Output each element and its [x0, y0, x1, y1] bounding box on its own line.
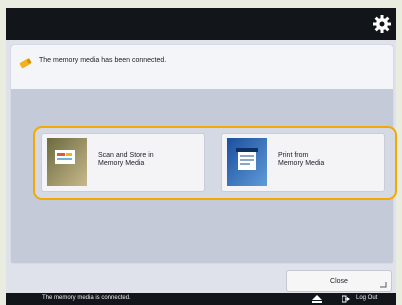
status-bar: The memory media is connected. Log Out [6, 293, 396, 305]
option-label-line2: Memory Media [278, 160, 325, 167]
option-label-line1: Print from [278, 152, 309, 159]
scan-and-store-button[interactable]: Scan and Store in Memory Media [41, 133, 205, 192]
message-bar: The memory media has been connected. [11, 45, 393, 89]
app-frame: The memory media has been connected. Sca… [6, 8, 397, 305]
eject-icon[interactable] [312, 295, 322, 303]
option-group: Scan and Store in Memory Media Print fro… [33, 126, 397, 200]
print-from-memory-button[interactable]: Print from Memory Media [221, 133, 385, 192]
option-label-line1: Scan and Store in [98, 152, 154, 159]
corner-mark-icon [380, 282, 387, 288]
logout-icon [342, 295, 350, 303]
print-from-memory-icon [227, 138, 267, 186]
memory-media-icon [19, 58, 32, 69]
logout-label: Log Out [356, 295, 378, 301]
status-text: The memory media is connected. [42, 295, 131, 301]
logout-button[interactable]: Log Out [342, 293, 388, 305]
main-panel: The memory media has been connected. Sca… [10, 44, 397, 264]
message-text: The memory media has been connected. [39, 57, 167, 64]
close-button[interactable]: Close [286, 270, 392, 292]
top-bar [6, 8, 396, 40]
scan-to-memory-icon [47, 138, 87, 186]
close-button-label: Close [330, 277, 348, 285]
option-label: Scan and Store in Memory Media [98, 152, 198, 168]
option-label-line2: Memory Media [98, 160, 145, 167]
option-label: Print from Memory Media [278, 152, 378, 168]
settings-gear-icon[interactable] [372, 14, 392, 34]
